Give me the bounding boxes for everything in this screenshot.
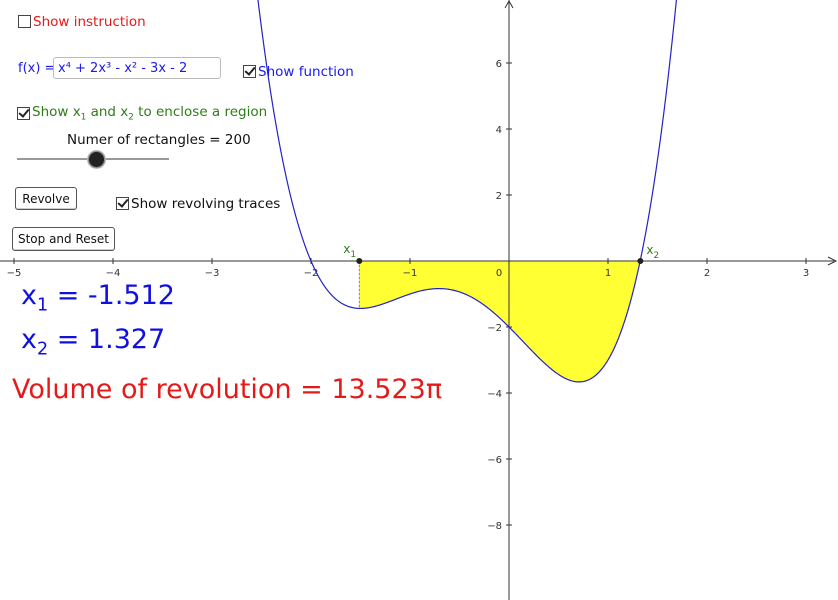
x-tick-label: 1 <box>605 268 611 279</box>
rectangles-slider-knob[interactable] <box>88 151 106 168</box>
x2-readout-value: = 1.327 <box>48 324 166 355</box>
y-tick-label: −8 <box>487 521 502 532</box>
show-traces-label: Show revolving traces <box>131 195 281 212</box>
show-function-toggle[interactable]: Show function <box>243 61 354 80</box>
show-instruction-label: Show instruction <box>33 13 146 30</box>
x-tick-label: 2 <box>704 268 710 279</box>
y-tick-label: −6 <box>487 455 502 466</box>
show-region-label-mid: and x <box>86 104 129 121</box>
y-tick-label: 4 <box>496 125 502 136</box>
y-tick-label: −2 <box>487 323 502 334</box>
y-tick-label: 6 <box>496 59 502 70</box>
function-input-label: f(x) = <box>18 61 56 76</box>
show-function-label: Show function <box>258 63 354 80</box>
stop-reset-button[interactable]: Stop and Reset <box>12 227 115 251</box>
x1-readout-name: x <box>21 280 37 311</box>
x2-readout-name: x <box>21 324 37 355</box>
volume-readout: Volume of revolution = 13.523π <box>12 374 443 405</box>
show-region-label-pre: Show x <box>32 104 81 121</box>
x1-readout-sub: 1 <box>36 295 49 316</box>
show-region-checkbox[interactable] <box>17 107 30 120</box>
show-traces-checkbox[interactable] <box>116 197 129 210</box>
show-instruction-toggle[interactable]: Show instruction <box>18 11 146 30</box>
x2-readout: x2 = 1.327 <box>21 324 165 359</box>
x1-point <box>356 258 363 264</box>
show-region-toggle[interactable]: Show x1 and x2 to enclose a region <box>17 103 267 123</box>
x-tick-label: −1 <box>403 268 418 279</box>
show-instruction-checkbox[interactable] <box>18 15 31 28</box>
show-traces-toggle[interactable]: Show revolving traces <box>116 193 280 212</box>
x2-point <box>637 258 644 264</box>
rectangles-slider-label: Numer of rectangles = 200 <box>67 132 251 148</box>
x-tick-label: −4 <box>106 268 121 279</box>
function-input[interactable]: x⁴ + 2x³ - x² - 3x - 2 <box>53 57 221 79</box>
show-region-label-post: to enclose a region <box>133 104 268 121</box>
x-tick-label: −2 <box>304 268 319 279</box>
revolve-button[interactable]: Revolve <box>15 187 77 210</box>
y-tick-label: −4 <box>487 389 502 400</box>
show-function-checkbox[interactable] <box>243 65 256 78</box>
x-tick-label: −3 <box>205 268 220 279</box>
x1-point-label: x1 <box>343 242 356 260</box>
x-tick-label: −5 <box>7 268 22 279</box>
x-tick-label: 3 <box>803 268 809 279</box>
x2-readout-sub: 2 <box>36 339 49 360</box>
x1-readout-value: = -1.512 <box>48 280 175 311</box>
y-tick-label: 2 <box>496 191 502 202</box>
x1-readout: x1 = -1.512 <box>21 280 175 315</box>
show-region-label: Show x1 and x2 to enclose a region <box>32 104 268 123</box>
x2-point-label: x2 <box>646 243 659 261</box>
x-tick-label: 0 <box>496 268 502 279</box>
